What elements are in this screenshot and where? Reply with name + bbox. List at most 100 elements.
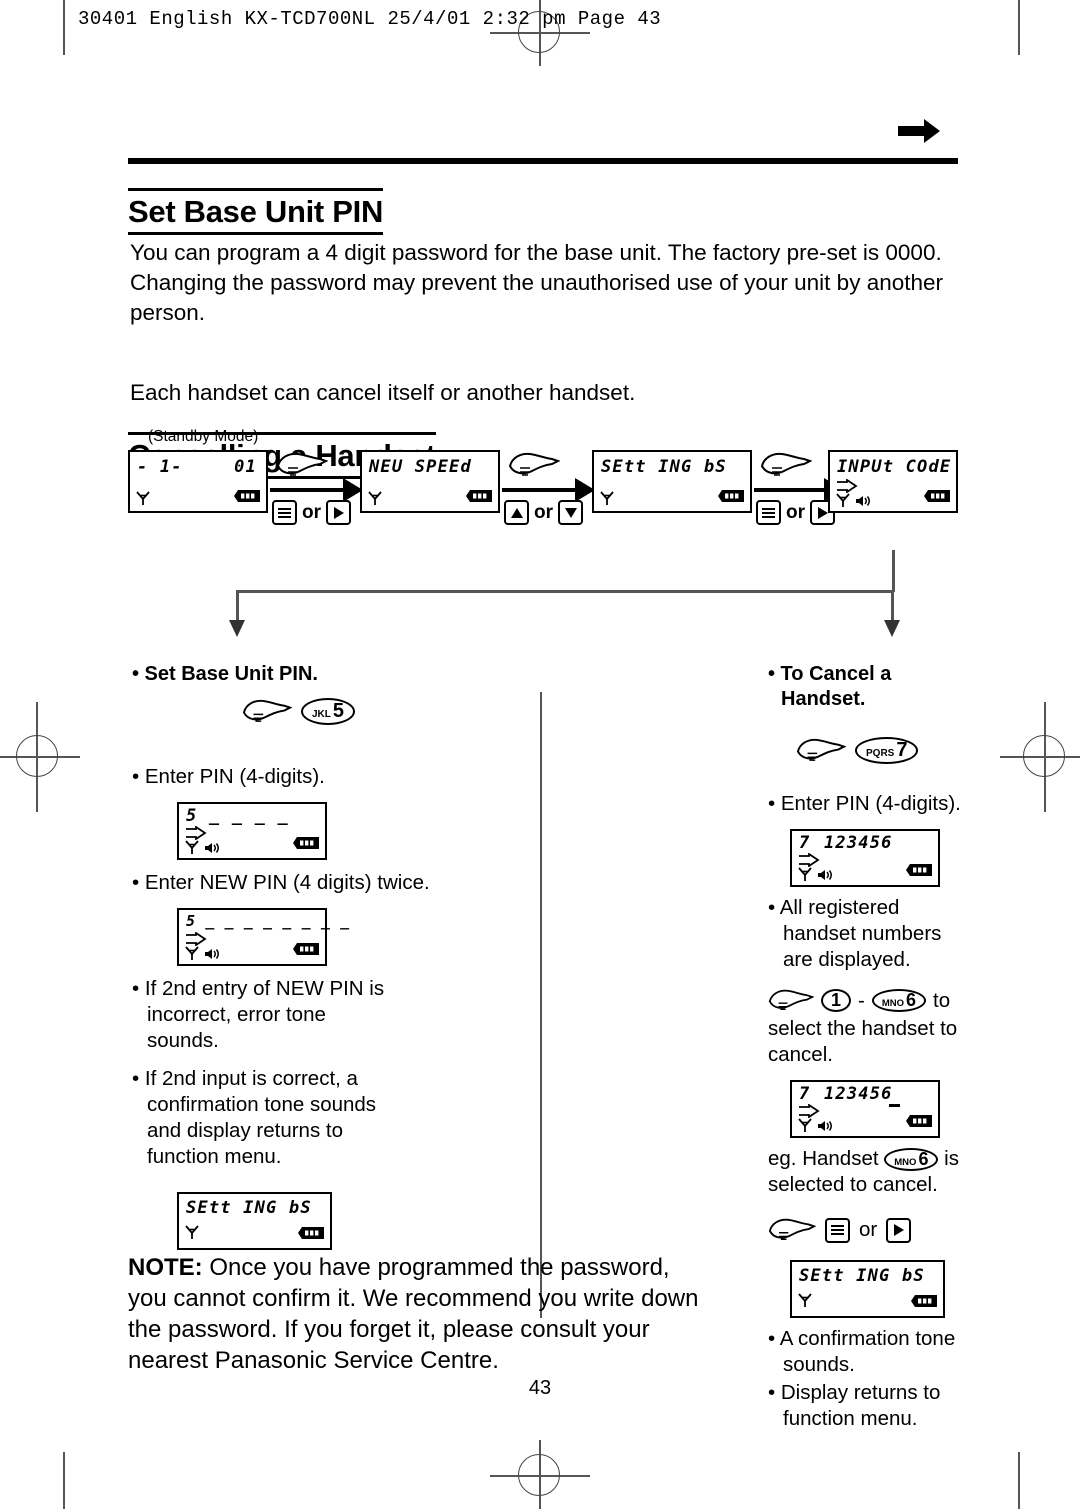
lcd-setting-bs-right-status xyxy=(798,1293,812,1313)
right-button[interactable] xyxy=(886,1217,912,1243)
key-jkl-5[interactable]: JKL 5 xyxy=(301,698,356,725)
note-block: NOTE: Once you have programmed the passw… xyxy=(128,1252,708,1376)
flow-line-2 xyxy=(502,488,577,492)
lcd-display-setting-bs-left: SEtt ING bS xyxy=(177,1192,332,1250)
up-icon xyxy=(510,507,523,518)
lcd-handset-list-battery xyxy=(906,863,932,881)
lcd-new-pin-entry-status xyxy=(185,946,221,961)
ringer-icon xyxy=(818,869,832,880)
key-mno-6[interactable]: MNO 6 xyxy=(871,989,927,1012)
menu-button[interactable] xyxy=(756,500,781,525)
left-step-1-text: • Enter PIN (4-digits). xyxy=(132,765,325,788)
flow-step-1-connector: or xyxy=(270,450,366,536)
lcd-pin-entry-battery xyxy=(293,836,319,854)
select-instruction-text: select the handset to cancel. xyxy=(768,1017,958,1066)
menu-icon xyxy=(762,506,775,520)
lcd-setting-bs-flow-battery xyxy=(718,489,744,507)
pointing-hand-icon xyxy=(760,452,812,476)
battery-icon xyxy=(911,1295,937,1307)
pointing-hand-icon xyxy=(508,452,560,476)
lcd-display-handset-selected: 7 123456 xyxy=(790,1080,940,1138)
handset-select-block: 1 - MNO 6 to select the handset to cance… xyxy=(768,987,968,1068)
pointing-hand-icon xyxy=(796,738,846,761)
lcd-display-input-code: INPUt COdE xyxy=(828,450,958,513)
menu-button[interactable] xyxy=(825,1217,850,1243)
right-button[interactable] xyxy=(326,500,351,525)
branch-arrow-right xyxy=(884,620,900,637)
left-column: • Set Base Unit PIN. JKL 5 • Enter PIN (… xyxy=(132,662,532,1250)
right-note-1: • All registered handset numbers are dis… xyxy=(768,896,942,971)
or-label-2: or xyxy=(534,501,553,523)
branch-vertical-right xyxy=(891,590,894,622)
branch-arrow-left xyxy=(229,620,245,637)
key-pqrs-7[interactable]: PQRS 7 xyxy=(855,737,919,764)
flow-line-3 xyxy=(754,488,826,492)
antenna-icon xyxy=(185,840,199,854)
key-1[interactable]: 1 xyxy=(821,989,852,1012)
column-divider xyxy=(540,692,542,1318)
key-mno-6-letters: MNO xyxy=(881,998,905,1009)
branch-vertical-left xyxy=(236,590,239,622)
example-handset-text: eg. Handset MNO 6 is selected to cancel. xyxy=(768,1146,973,1198)
antenna-icon xyxy=(185,946,199,960)
flow-line-1 xyxy=(270,488,345,492)
right-step-1-text: • Enter PIN (4-digits). xyxy=(768,792,961,815)
left-note-2: • If 2nd input is correct, a confirmatio… xyxy=(132,1067,377,1168)
flow-step-2-connector: or xyxy=(502,450,598,536)
lcd-setting-bs-flow-status xyxy=(600,490,614,508)
key-mno-6-example[interactable]: MNO 6 xyxy=(884,1148,939,1172)
lcd-handset-selected-battery xyxy=(906,1114,932,1132)
key-pqrs-7-digit: 7 xyxy=(896,739,908,761)
example-prefix: eg. Handset xyxy=(768,1147,879,1170)
ringer-icon xyxy=(205,842,219,853)
flow-step-2-keys: or xyxy=(504,500,583,525)
crop-mark-left-top xyxy=(63,0,65,55)
flow-step-3-keys: or xyxy=(756,500,835,525)
key-mno-6-digit: 6 xyxy=(906,990,917,1010)
lcd-display-setting-bs-right: SEtt ING bS xyxy=(790,1260,945,1318)
right-icon xyxy=(893,1224,904,1236)
or-label-1: or xyxy=(302,501,321,523)
left-keypress-row: JKL 5 xyxy=(242,697,532,726)
battery-icon xyxy=(718,490,744,502)
right-keypress-row: PQRS 7 xyxy=(796,736,968,765)
antenna-icon xyxy=(185,1225,199,1239)
antenna-icon xyxy=(836,493,850,507)
or-label-right: or xyxy=(859,1218,878,1241)
lcd-standby-battery xyxy=(234,489,260,507)
crop-mark-left-bottom xyxy=(63,1452,65,1509)
enter-arrow-icon xyxy=(799,1103,820,1119)
antenna-icon xyxy=(368,491,382,506)
lcd-display-new-speed: NEU SPEEd xyxy=(360,450,500,513)
battery-icon xyxy=(298,1227,324,1239)
select-suffix-label: to xyxy=(933,988,951,1012)
menu-icon xyxy=(831,1223,844,1237)
lcd-standby-left-text: - 1- xyxy=(137,457,183,477)
ringer-icon xyxy=(205,948,219,959)
lcd-handset-selected-cursor xyxy=(889,1104,900,1107)
pointing-hand-icon xyxy=(242,699,292,722)
right-icon xyxy=(817,506,828,519)
right-confirm-keys: or xyxy=(768,1216,968,1244)
flow-branch-connector xyxy=(128,550,968,650)
crop-mark-right-top xyxy=(1018,0,1020,55)
menu-button[interactable] xyxy=(272,500,297,525)
lcd-handset-selected-prefix: 7 xyxy=(799,1084,811,1104)
flow-step-1-keys: or xyxy=(272,500,351,525)
branch-horizontal xyxy=(236,590,894,593)
enter-arrow-icon xyxy=(186,825,207,841)
antenna-icon xyxy=(798,1293,812,1307)
lcd-pin-entry-text: 5 _ _ _ _ xyxy=(186,806,289,826)
enter-arrow-icon xyxy=(186,931,207,947)
section-arrow-icon xyxy=(898,119,940,143)
lcd-new-speed-status xyxy=(368,490,382,508)
key-jkl-5-letters: JKL xyxy=(312,709,331,720)
lcd-display-standby: - 1- 01 xyxy=(128,450,268,513)
up-button[interactable] xyxy=(504,500,529,525)
section-rule xyxy=(128,158,958,164)
key-jkl-5-digit: 5 xyxy=(332,700,345,722)
down-button[interactable] xyxy=(558,500,583,525)
lcd-standby-right-text: 01 xyxy=(234,457,257,477)
left-note-1: • If 2nd entry of NEW PIN is incorrect, … xyxy=(132,977,385,1052)
flow-diagram: (Standby Mode) - 1- 01 or NEU SPEEd or S… xyxy=(128,428,968,558)
